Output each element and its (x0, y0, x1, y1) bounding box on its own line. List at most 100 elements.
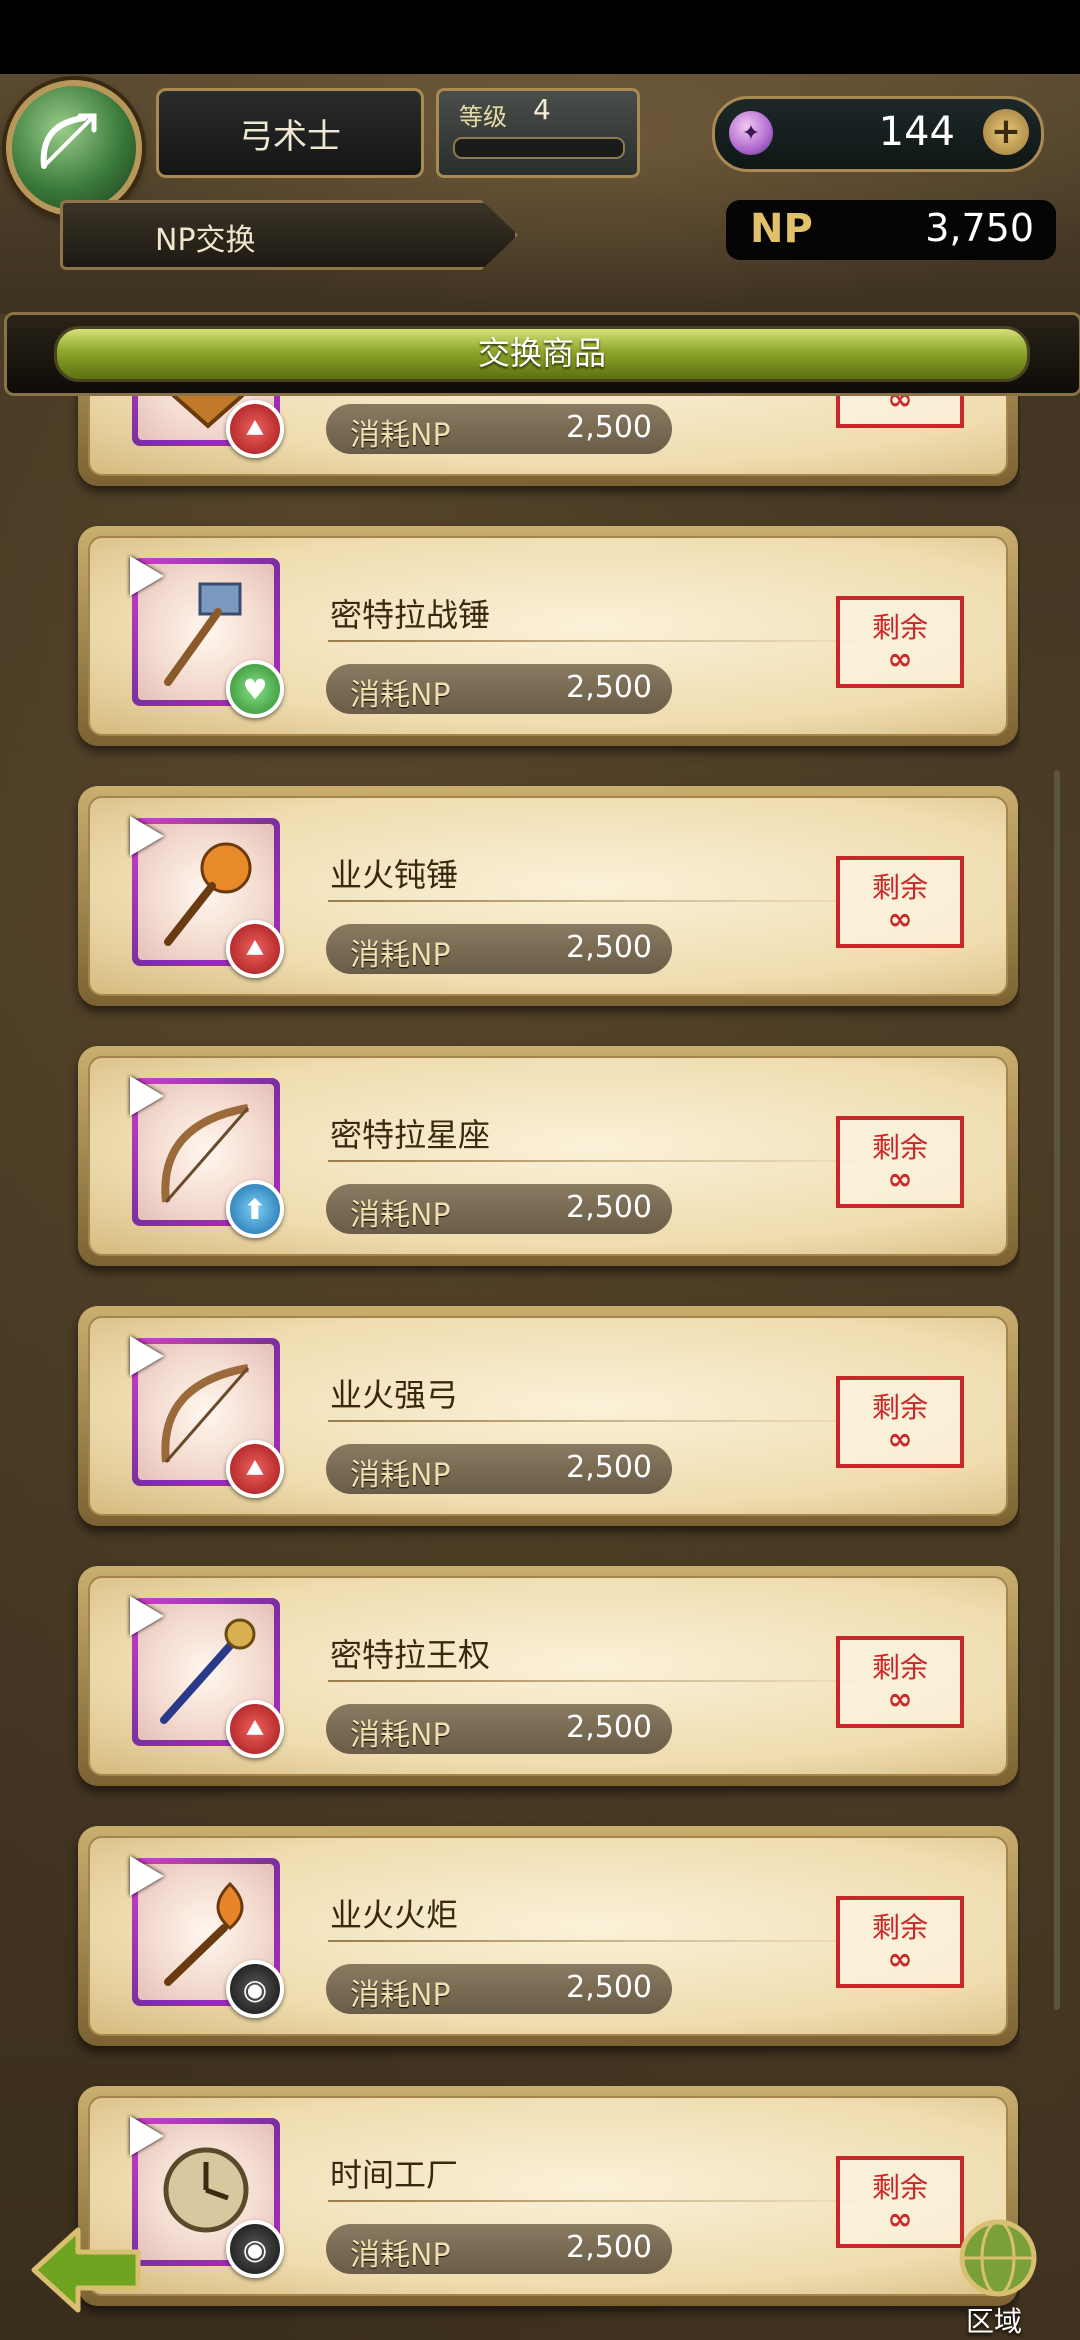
level-progress-bar (453, 137, 625, 159)
area-button[interactable]: 区域 (938, 2210, 1058, 2338)
remaining-stamp: 剩余∞ (836, 856, 964, 948)
level-panel: 等级 4 (436, 88, 640, 178)
remaining-label: 剩余 (871, 1131, 928, 1164)
cost-value: 2,500 (566, 1710, 652, 1745)
fire-element-icon: ⯅ (226, 1700, 284, 1758)
flag-icon (130, 1336, 164, 1376)
cost-label: 消耗NP (350, 678, 451, 713)
flag-icon (130, 1076, 164, 1116)
cost-label: 消耗NP (350, 1978, 451, 2013)
list-item[interactable]: ⯅ 业火钝锤消耗NP 2,500 剩余 ∞ (78, 786, 1018, 1006)
cost-pill: 消耗NP 2,500 (326, 1704, 672, 1754)
item-panel: ⯅业火护盾消耗NP2,500剩余∞ (88, 396, 1008, 476)
item-panel: ◉ 时间工厂 消耗NP 2,500 剩余 ∞ (88, 2096, 1008, 2296)
remaining-stamp: 剩余∞ (836, 1116, 964, 1208)
flag-icon (130, 1596, 164, 1636)
scrollbar[interactable] (1054, 770, 1060, 2010)
flag-icon (130, 1856, 164, 1896)
list-item[interactable]: ◉ 时间工厂 消耗NP 2,500 剩余 ∞ (78, 2086, 1018, 2306)
item-name: 业火强弓 (330, 1376, 459, 1414)
flag-icon (130, 556, 164, 596)
remaining-value: ∞ (887, 1162, 913, 1197)
item-name: 业火火炬 (330, 1896, 459, 1934)
item-name: 密特拉星座 (330, 1116, 491, 1154)
fire-element-icon: ⯅ (226, 920, 284, 978)
back-button[interactable] (28, 2222, 144, 2318)
gem-icon: ✦ (729, 111, 773, 155)
gem-counter: ✦ 144 + (712, 96, 1044, 172)
divider (328, 1160, 888, 1162)
list-item[interactable]: ♥ 密特拉战锤消耗NP 2,500 剩余 ∞ (78, 526, 1018, 746)
item-panel: ⯅ 业火钝锤消耗NP 2,500 剩余 ∞ (88, 796, 1008, 996)
item-name: 时间工厂 (330, 2156, 459, 2194)
remaining-stamp: 剩余∞ (836, 396, 964, 428)
remaining-stamp: 剩余∞ (836, 1376, 964, 1468)
tab-np-exchange[interactable]: NP交换 (60, 200, 518, 270)
divider (328, 2200, 888, 2202)
cost-label: 消耗NP (350, 1718, 451, 1753)
cost-pill: 消耗NP 2,500 (326, 404, 672, 454)
item-name: 密特拉战锤 (330, 596, 491, 634)
divider (328, 1940, 888, 1942)
remaining-label: 剩余 (871, 1911, 928, 1944)
remaining-value: ∞ (887, 396, 913, 417)
remaining-stamp: 剩余∞ (836, 596, 964, 688)
item-panel: ⯅ 业火强弓消耗NP 2,500 剩余 ∞ (88, 1316, 1008, 1516)
cost-value: 2,500 (566, 2230, 652, 2265)
item-panel: ♥ 密特拉战锤消耗NP 2,500 剩余 ∞ (88, 536, 1008, 736)
add-gems-button[interactable]: + (983, 109, 1029, 155)
area-label: 区域 (966, 2305, 1023, 2338)
cost-label: 消耗NP (350, 938, 451, 973)
remaining-value: ∞ (887, 902, 913, 937)
cost-label: 消耗NP (350, 1458, 451, 1493)
np-balance: NP 3,750 (726, 200, 1056, 260)
list-item[interactable]: ◉ 业火火炬 消耗NP 2,500 剩余 ∞ (78, 1826, 1018, 2046)
divider (328, 1680, 888, 1682)
cost-label: 消耗NP (350, 418, 451, 453)
status-bar (0, 0, 1080, 74)
item-panel: ◉ 业火火炬 消耗NP 2,500 剩余 ∞ (88, 1836, 1008, 2036)
level-value: 4 (533, 93, 551, 126)
bow-class-icon (40, 113, 97, 169)
divider (328, 640, 888, 642)
class-emblem[interactable] (6, 80, 142, 216)
remaining-label: 剩余 (871, 2171, 928, 2204)
list-item[interactable]: ⯅业火护盾消耗NP2,500剩余∞ (78, 396, 1018, 486)
header: 弓术士 等级 4 ✦ 144 + NP交换 NP 3,750 (0, 74, 1080, 314)
item-list[interactable]: ⯅业火护盾消耗NP2,500剩余∞♥密特拉战锤消耗NP2,500剩余∞⯅业火钝锤… (60, 396, 1020, 2340)
cost-pill: 消耗NP 2,500 (326, 1444, 672, 1494)
list-item[interactable]: ⬆ 密特拉星座消耗NP 2,500 剩余 ∞ (78, 1046, 1018, 1266)
remaining-stamp: 剩余∞ (836, 1636, 964, 1728)
dark-element-icon: ◉ (226, 1960, 284, 2018)
tab-np-exchange-label: NP交换 (155, 223, 256, 258)
cost-label: 消耗NP (350, 1198, 451, 1233)
cost-pill: 消耗NP 2,500 (326, 664, 672, 714)
water-element-icon: ⬆ (226, 1180, 284, 1238)
list-item[interactable]: ⯅ 业火强弓消耗NP 2,500 剩余 ∞ (78, 1306, 1018, 1526)
dark-element-icon: ◉ (226, 2220, 284, 2278)
divider (328, 900, 888, 902)
cost-value: 2,500 (566, 930, 652, 965)
cost-pill: 消耗NP 2,500 (326, 924, 672, 974)
flag-icon (130, 816, 164, 856)
item-name: 密特拉王权 (330, 1636, 491, 1674)
flag-icon (130, 2116, 164, 2156)
globe-icon (959, 2219, 1037, 2297)
fire-element-icon: ⯅ (226, 1440, 284, 1498)
cost-value: 2,500 (566, 410, 652, 445)
remaining-value: ∞ (887, 1682, 913, 1717)
cost-value: 2,500 (566, 1450, 652, 1485)
np-label: NP (750, 206, 813, 252)
item-name: 业火钝锤 (330, 856, 459, 894)
divider (328, 1420, 888, 1422)
np-value: 3,750 (925, 206, 1034, 250)
class-name: 弓术士 (156, 88, 424, 178)
cost-value: 2,500 (566, 1970, 652, 2005)
cost-pill: 消耗NP 2,500 (326, 1184, 672, 1234)
section-title: 交换商品 (54, 326, 1030, 382)
wind-element-icon: ♥ (226, 660, 284, 718)
gem-value: 144 (878, 109, 955, 155)
cost-pill: 消耗NP 2,500 (326, 2224, 672, 2274)
list-item[interactable]: ⯅ 密特拉王权消耗NP 2,500 剩余 ∞ (78, 1566, 1018, 1786)
fire-element-icon: ⯅ (226, 400, 284, 458)
